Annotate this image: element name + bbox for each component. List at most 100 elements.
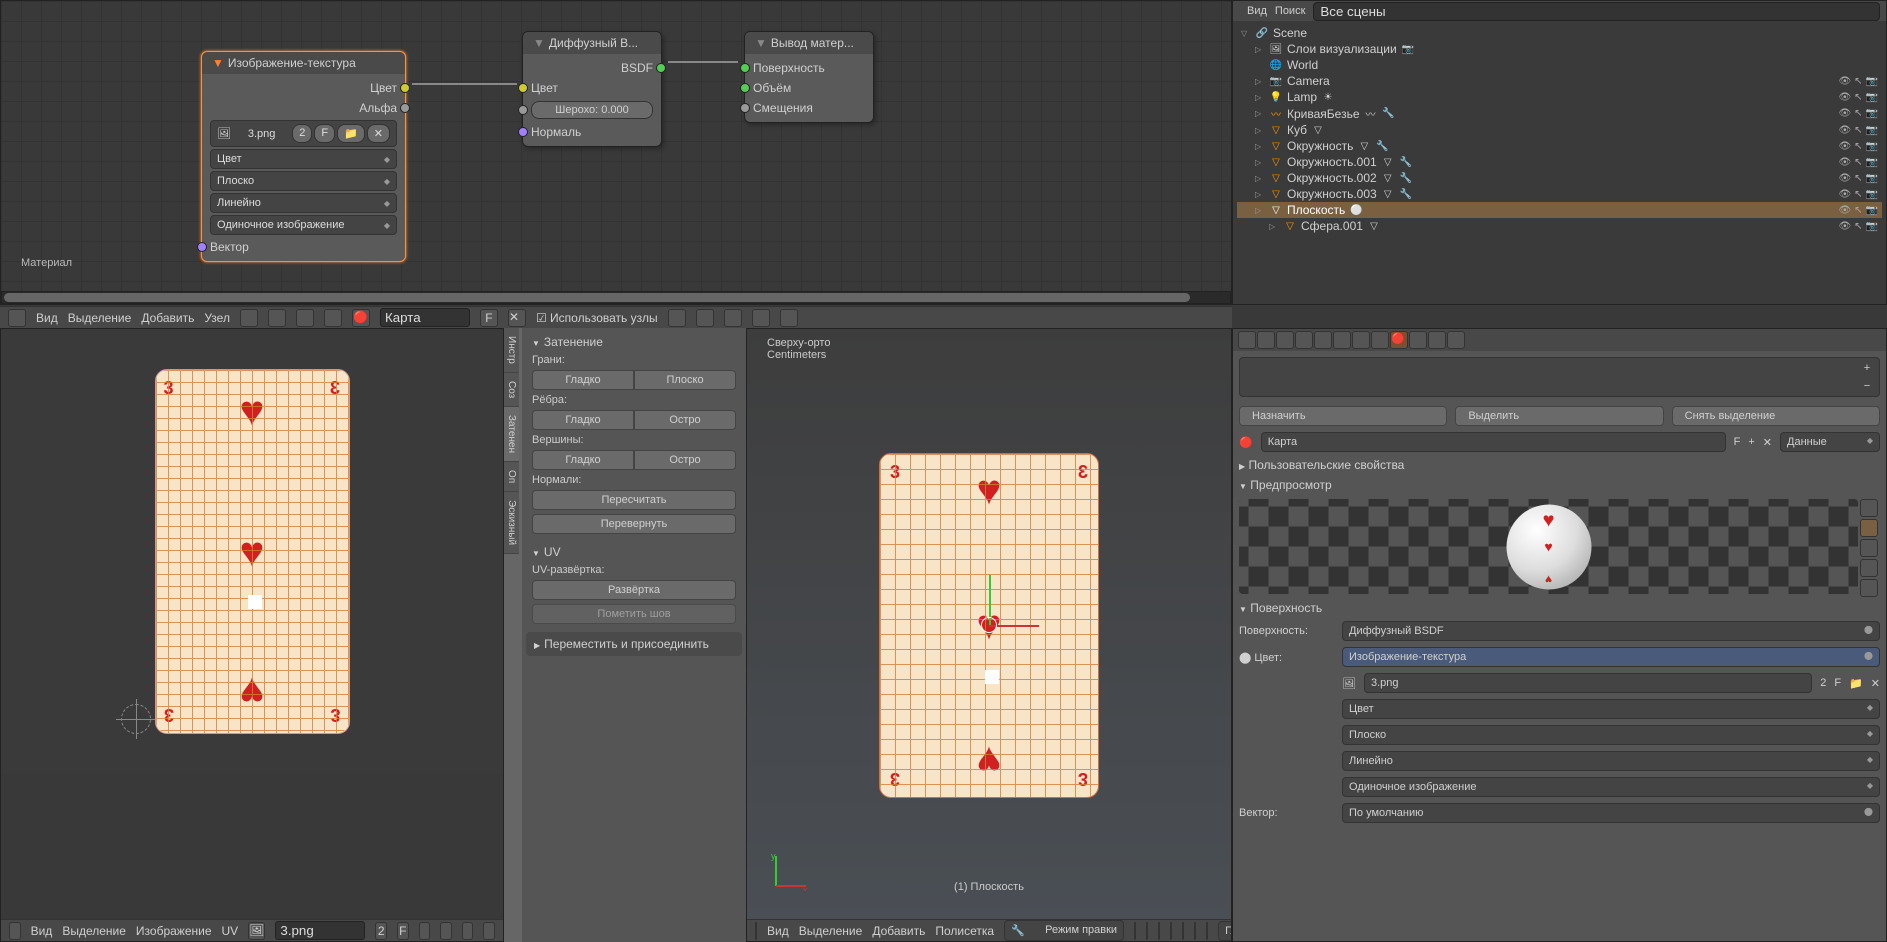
menu-add[interactable]: Добавить (872, 924, 925, 938)
filter-dropdown[interactable] (1313, 2, 1880, 21)
outliner-object[interactable]: ▷〰КриваяБезье〰🔧👁↖📷 (1237, 105, 1882, 122)
tab-shading[interactable]: Затенен (504, 407, 519, 462)
icon-btn[interactable] (483, 922, 495, 940)
node-header[interactable]: ▼Изображение-текстура (202, 52, 405, 74)
custom-props-header[interactable]: ▶ Пользовательские свойства (1239, 455, 1880, 475)
menu-select[interactable]: Выделение (62, 924, 126, 938)
node-diffuse-bsdf[interactable]: ▼Диффузный B... BSDF Цвет Шерохо: 0.000 … (522, 31, 662, 147)
preview-header[interactable]: ▼ Предпросмотр (1239, 475, 1880, 495)
scrollbar[interactable] (1, 291, 1231, 304)
roughness-field[interactable]: Шерохо: 0.000 (531, 101, 653, 119)
editor-type-icon[interactable] (8, 309, 26, 327)
f-button[interactable]: F (1734, 434, 1741, 450)
camera-icon[interactable]: 📷 (1866, 76, 1878, 87)
icon-btn[interactable] (1170, 922, 1172, 940)
viewport-canvas[interactable]: Сверху-орто Centimeters 3 3 3 3 ♥ ♥ ♥ yx… (747, 329, 1231, 921)
menu-image[interactable]: Изображение (136, 924, 212, 938)
editor-type-icon[interactable] (9, 922, 21, 940)
f-button[interactable]: F (397, 922, 409, 940)
tab-physics[interactable] (1447, 331, 1465, 349)
material-name-field[interactable] (380, 308, 470, 327)
mode-dropdown[interactable]: 🔧 Режим правки (1004, 920, 1124, 941)
icon-btn[interactable] (419, 922, 431, 940)
assign-button[interactable]: Назначить (1239, 406, 1447, 426)
outliner-object[interactable]: ▷💡Lamp☀👁↖📷 (1237, 89, 1882, 105)
icon-btn[interactable] (462, 922, 474, 940)
tab-create[interactable]: Соз (504, 373, 519, 407)
interpolation-dropdown[interactable]: Линейно◆ (210, 193, 397, 213)
color-source-dropdown[interactable]: Изображение-текстура⬤ (1342, 647, 1880, 667)
menu-add[interactable]: Добавить (141, 311, 194, 325)
icon-btn[interactable] (268, 309, 286, 327)
material-icon[interactable]: 🔴 (1239, 436, 1253, 449)
menu-select[interactable]: Выделение (68, 311, 132, 325)
f-button[interactable]: F (1834, 675, 1841, 691)
recalc-normals-button[interactable]: Пересчитать (532, 490, 736, 510)
surface-header[interactable]: ▼ Поверхность (1239, 598, 1880, 618)
projection-dropdown[interactable]: Плоско◆ (1342, 725, 1880, 745)
menu-node[interactable]: Узел (204, 311, 230, 325)
menu-view[interactable]: Вид (31, 924, 53, 938)
orientation-dropdown[interactable]: Глобально (1218, 921, 1232, 941)
users-button[interactable]: 2 (1820, 675, 1826, 691)
shading-panel-header[interactable]: ▼Затенение (526, 332, 742, 352)
icon-btn[interactable] (324, 309, 342, 327)
tab-scene[interactable] (1276, 331, 1294, 349)
editor-type-icon[interactable] (755, 922, 757, 940)
menu-uv[interactable]: UV (222, 924, 239, 938)
eye-icon[interactable]: 👁 (1838, 76, 1851, 87)
preview-hair-button[interactable] (1860, 559, 1878, 577)
tab-grease[interactable]: Эскизный (504, 492, 519, 554)
node-material-output[interactable]: ▼Вывод матер... Поверхность Объём Смещен… (744, 31, 874, 123)
world-item[interactable]: 🌐World (1237, 57, 1882, 73)
icon-btn[interactable] (1206, 922, 1208, 940)
add-icon[interactable]: + (1748, 436, 1754, 448)
tab-data[interactable] (1371, 331, 1389, 349)
surface-shader-dropdown[interactable]: Диффузный BSDF⬤ (1342, 621, 1880, 641)
tab-tools[interactable]: Инстр (504, 328, 519, 373)
open-icon[interactable]: 📁 (1849, 677, 1863, 690)
image-name-field[interactable] (275, 921, 365, 940)
preview-flat-button[interactable] (1860, 499, 1878, 517)
unwrap-button[interactable]: Развёртка (532, 580, 736, 600)
edges-sharp-button[interactable]: Остро (634, 410, 736, 430)
node-header[interactable]: ▼Вывод матер... (745, 32, 873, 54)
tab-render[interactable] (1238, 331, 1256, 349)
scene-item[interactable]: ▽🔗Scene (1237, 25, 1882, 41)
shader-type-icon[interactable] (240, 309, 258, 327)
uv-view[interactable]: 3 3 3 3 ♥ ♥ ♥ (1, 329, 503, 774)
faces-flat-button[interactable]: Плоско (634, 370, 736, 390)
outliner-object-selected[interactable]: ▷▽Плоскость⚪👁↖📷 (1237, 202, 1882, 218)
projection-dropdown[interactable]: Плоско◆ (210, 171, 397, 191)
edges-smooth-button[interactable]: Гладко (532, 410, 634, 430)
mark-seam-button[interactable]: Пометить шов (532, 604, 736, 624)
outliner-object[interactable]: ▷▽Куб▽👁↖📷 (1237, 122, 1882, 138)
tab-modifiers[interactable] (1352, 331, 1370, 349)
close-icon[interactable]: ✕ (1871, 677, 1880, 690)
tab-object[interactable] (1314, 331, 1332, 349)
uv-panel-header[interactable]: ▼UV (526, 542, 742, 562)
colorspace-dropdown[interactable]: Цвет◆ (1342, 699, 1880, 719)
tab-layers[interactable] (1257, 331, 1275, 349)
vector-dropdown[interactable]: По умолчанию⬤ (1342, 803, 1880, 823)
image-file-field[interactable]: 3.png (1364, 673, 1812, 693)
icon-btn[interactable] (1134, 922, 1136, 940)
material-slot-icon[interactable]: 🔴 (352, 309, 370, 327)
material-name-field[interactable]: Карта (1261, 432, 1726, 452)
icon-btn[interactable] (1158, 922, 1160, 940)
tab-material[interactable]: 🔴 (1390, 331, 1408, 349)
icon-btn[interactable] (1146, 922, 1148, 940)
menu-select[interactable]: Выделение (799, 924, 863, 938)
tab-constraints[interactable] (1333, 331, 1351, 349)
add-slot-button[interactable]: + (1859, 362, 1875, 378)
verts-sharp-button[interactable]: Остро (634, 450, 736, 470)
image-icon[interactable]: 🖼 (248, 922, 265, 940)
outliner-object[interactable]: ▷▽Окружность.001▽🔧👁↖📷 (1237, 154, 1882, 170)
last-operator-panel[interactable]: ▶Переместить и присоединить (528, 634, 740, 654)
preview-sphere-button[interactable] (1860, 519, 1878, 537)
f-button[interactable]: F (480, 309, 498, 327)
close-icon[interactable]: ✕ (1763, 436, 1772, 449)
cursor-icon[interactable]: ↖ (1854, 76, 1862, 87)
icon-btn[interactable] (1182, 922, 1184, 940)
image-file-field[interactable]: 🖼3.png 2F📁✕ (210, 120, 397, 147)
